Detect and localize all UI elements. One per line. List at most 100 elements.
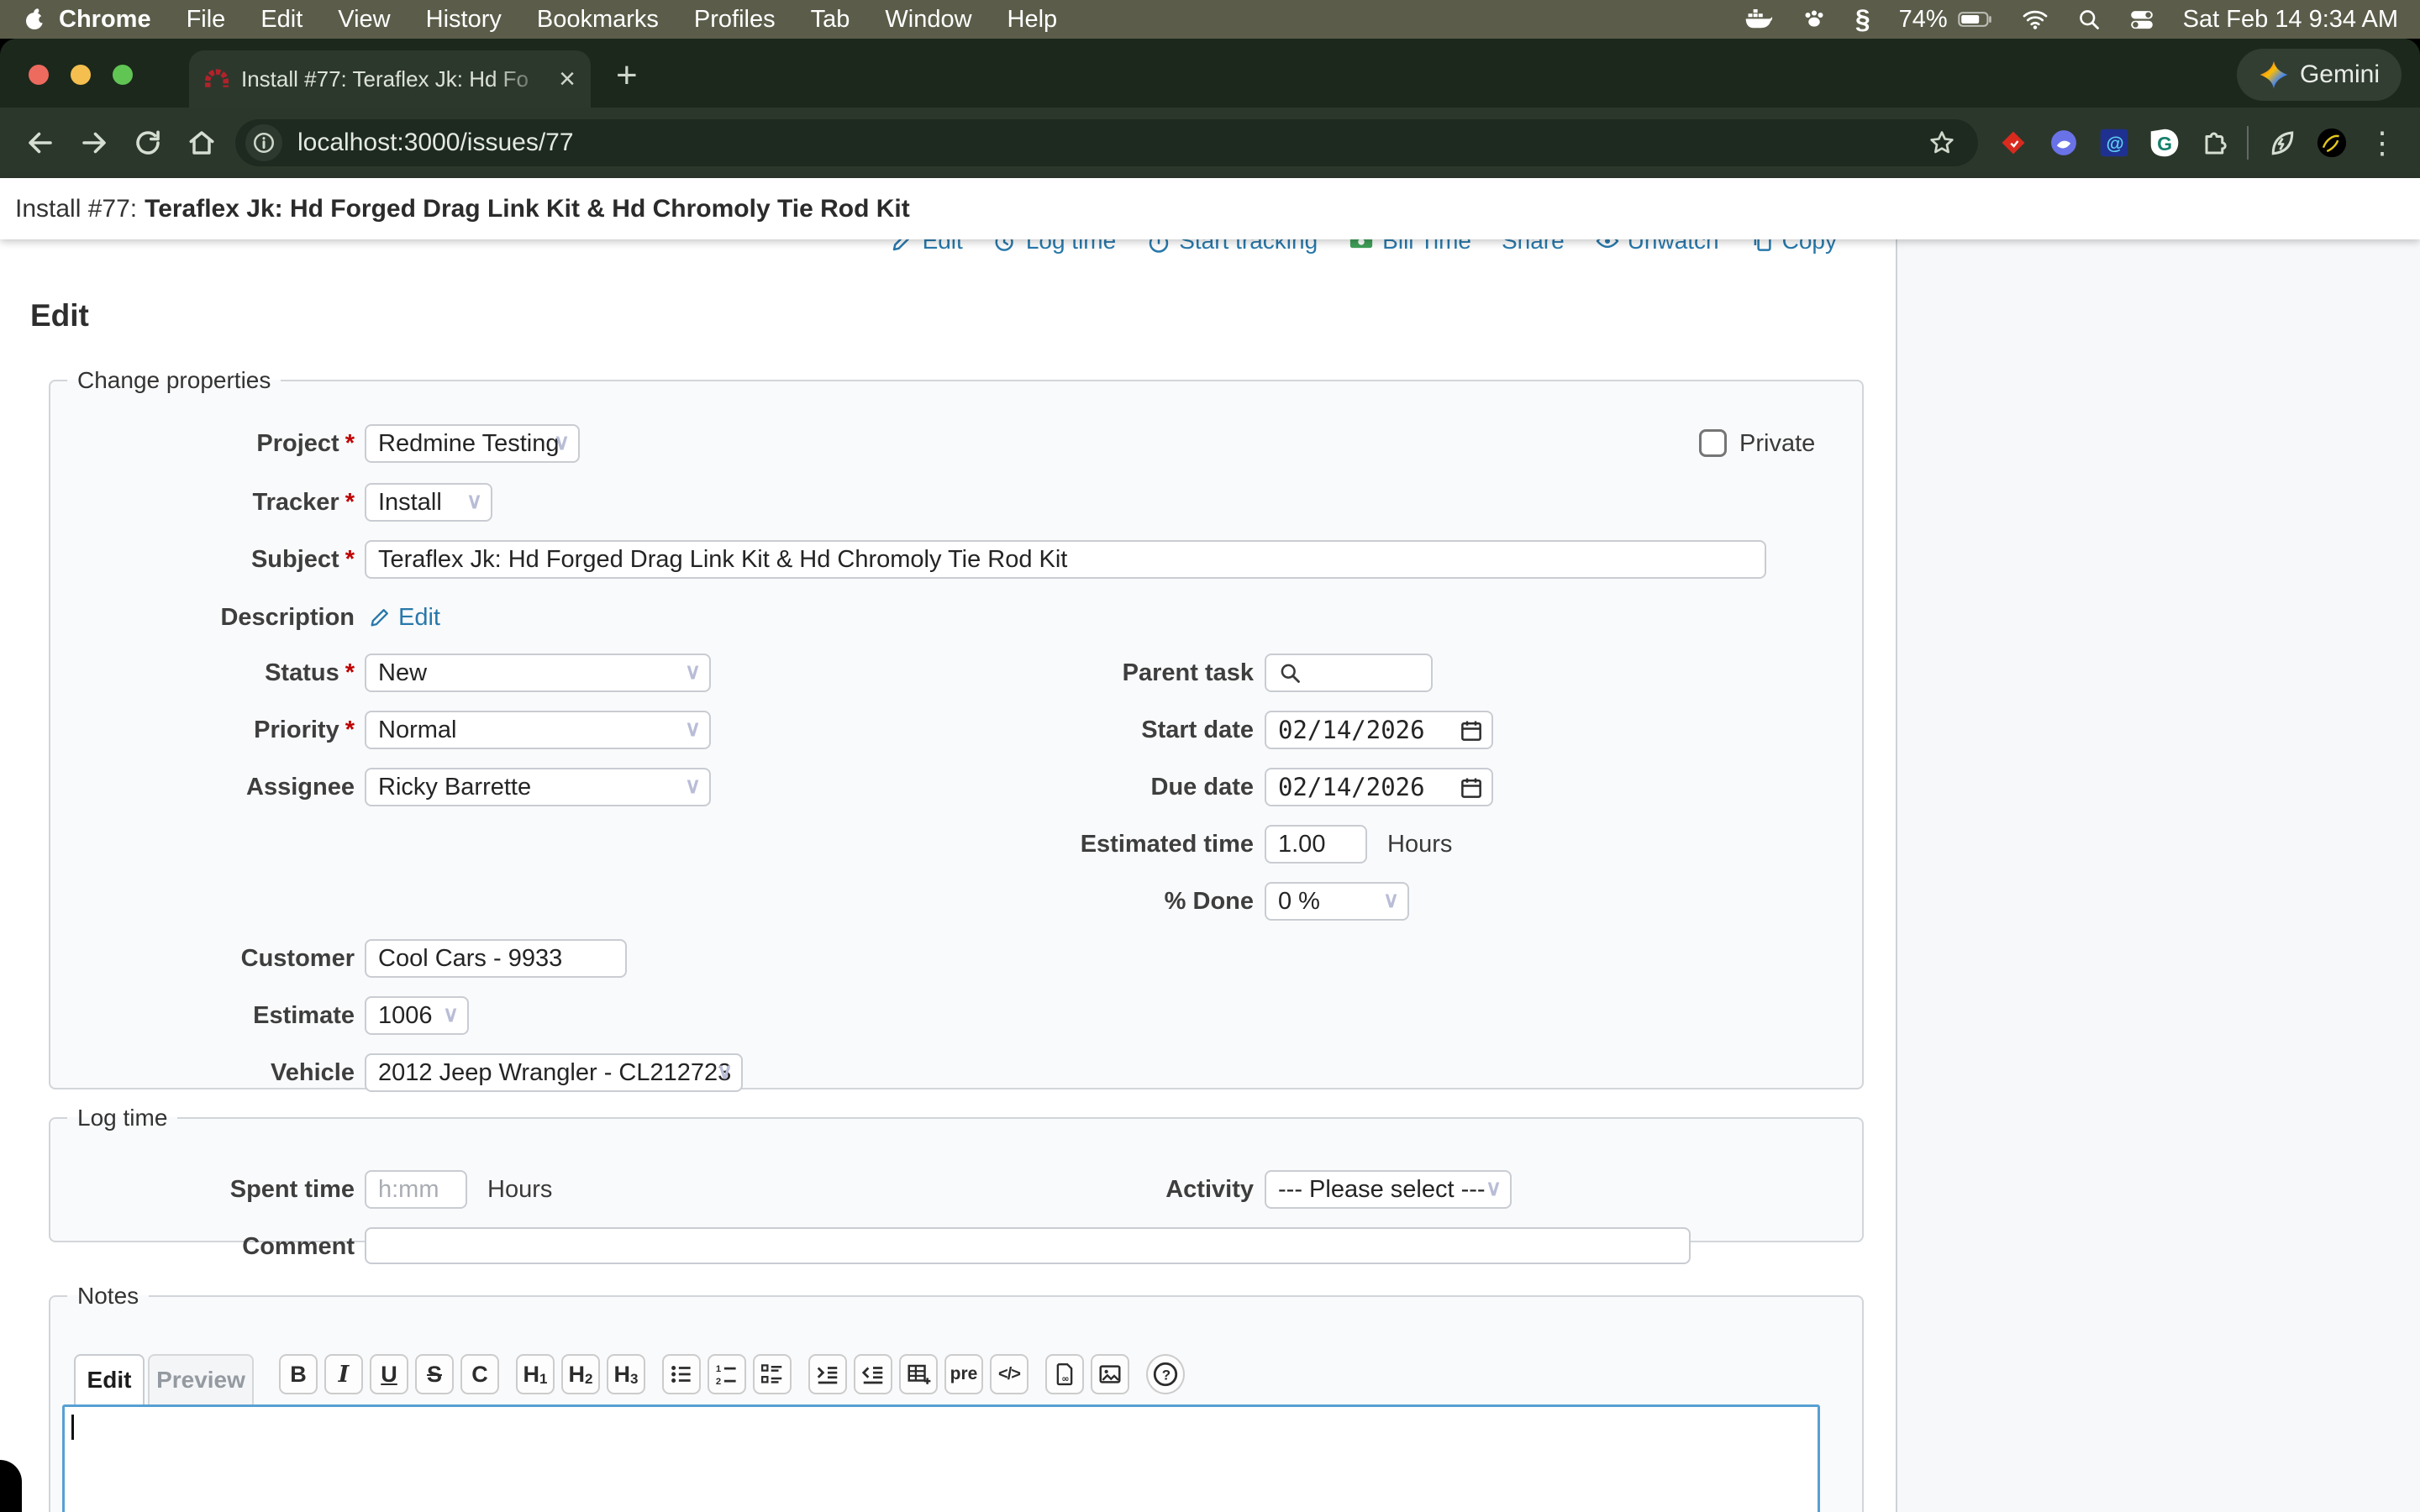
profile-avatar[interactable] [2315, 126, 2349, 160]
extension-at-badge-icon[interactable]: @ [2098, 127, 2130, 159]
notes-tab-edit[interactable]: Edit [74, 1354, 145, 1404]
extension-grammarly-icon[interactable]: G [2149, 127, 2181, 159]
assignee-select[interactable]: Ricky Barrette∨ [365, 768, 711, 806]
money-icon [1348, 239, 1375, 254]
tracker-select[interactable]: Install∨ [365, 483, 492, 522]
spent-time-input[interactable]: h:mm [365, 1170, 467, 1209]
toolbar-divider [2247, 126, 2249, 160]
comment-input[interactable] [365, 1227, 1691, 1264]
notes-toolbar-task-list-icon[interactable] [753, 1354, 792, 1394]
parent-task-input[interactable] [1265, 654, 1433, 692]
status-select[interactable]: New∨ [365, 654, 711, 692]
notes-textarea[interactable] [62, 1404, 1820, 1512]
control-center-icon[interactable] [2129, 8, 2154, 31]
menu-chrome[interactable]: Chrome [59, 6, 151, 34]
notes-tab-preview[interactable]: Preview [148, 1354, 254, 1404]
notes-toolbar-unquote-icon[interactable] [854, 1354, 892, 1394]
menu-window[interactable]: Window [885, 6, 971, 34]
calendar-icon[interactable] [1459, 775, 1484, 801]
tab-close-icon[interactable]: × [559, 65, 576, 93]
site-info-icon[interactable] [245, 124, 282, 161]
url-text[interactable]: localhost:3000/issues/77 [297, 129, 574, 157]
chrome-menu-kebab-icon[interactable]: ⋮ [2367, 138, 2397, 148]
project-select[interactable]: Redmine Testing∨ [365, 424, 580, 463]
apple-menu-icon[interactable] [22, 7, 47, 32]
extension-swirl-icon[interactable] [2048, 127, 2080, 159]
private-checkbox[interactable] [1699, 429, 1727, 457]
priority-select[interactable]: Normal∨ [365, 711, 711, 749]
docker-whale-icon[interactable] [1744, 8, 1773, 31]
extensions-puzzle-icon[interactable] [2199, 128, 2229, 158]
extension-red-diamond-icon[interactable] [1997, 127, 2029, 159]
activity-select[interactable]: --- Please select ---∨ [1265, 1170, 1512, 1209]
window-zoom-button[interactable] [113, 65, 133, 85]
notes-legend: Notes [67, 1283, 149, 1310]
action-copy[interactable]: Copy [1749, 239, 1837, 255]
subject-label: Subject* [59, 540, 355, 579]
home-icon[interactable] [187, 128, 217, 158]
notes-toolbar-image-icon[interactable] [1091, 1354, 1129, 1394]
menubar-clock[interactable]: Sat Feb 14 9:34 AM [2183, 6, 2398, 34]
wifi-icon[interactable] [2022, 8, 2049, 30]
window-minimize-button[interactable] [71, 65, 91, 85]
action-edit[interactable]: Edit [890, 239, 963, 255]
notes-toolbar-table-icon[interactable] [899, 1354, 938, 1394]
action-unwatch[interactable]: Unwatch [1595, 239, 1719, 255]
estimated-time-input[interactable]: 1.00 [1265, 825, 1367, 864]
private-label: Private [1739, 424, 1815, 463]
due-date-input[interactable]: 02/14/2026 [1265, 768, 1493, 806]
notes-toolbar-code-block[interactable]: </> [990, 1354, 1028, 1394]
seahorse-icon[interactable]: § [1855, 4, 1870, 35]
menu-view[interactable]: View [338, 6, 390, 34]
estimate-select[interactable]: 1006∨ [365, 996, 469, 1035]
spotlight-search-icon[interactable] [2077, 8, 2101, 31]
start-date-input[interactable]: 02/14/2026 [1265, 711, 1493, 749]
notes-toolbar-help[interactable]: ? [1146, 1354, 1185, 1394]
notes-toolbar-heading2[interactable]: H2 [561, 1354, 600, 1394]
browser-tab[interactable]: Install #77: Teraflex Jk: Hd Fo × [189, 50, 591, 108]
menu-profiles[interactable]: Profiles [694, 6, 776, 34]
log-time-fieldset: Log time Spent time h:mm Hours Activity … [49, 1105, 1864, 1242]
reload-icon[interactable] [133, 128, 163, 158]
energy-saver-leaf-icon[interactable] [2266, 128, 2296, 158]
menu-file[interactable]: File [187, 6, 226, 34]
window-close-button[interactable] [29, 65, 49, 85]
issue-id: Install #77: [15, 195, 137, 223]
notes-toolbar-link-file-icon[interactable]: ∞ [1045, 1354, 1084, 1394]
description-edit-link[interactable]: Edit [368, 598, 440, 637]
menu-help[interactable]: Help [1007, 6, 1058, 34]
percent-done-select[interactable]: 0 %∨ [1265, 882, 1409, 921]
notes-toolbar-strikethrough[interactable]: S [415, 1354, 454, 1394]
notes-toolbar-underline[interactable]: U [370, 1354, 408, 1394]
menu-history[interactable]: History [426, 6, 502, 34]
new-tab-button[interactable]: + [616, 57, 638, 94]
notes-toolbar-numbered-list-icon[interactable]: 12 [708, 1354, 746, 1394]
notes-toolbar-italic[interactable]: I [324, 1354, 363, 1394]
subject-input[interactable]: Teraflex Jk: Hd Forged Drag Link Kit & H… [365, 540, 1766, 579]
action-share[interactable]: Share [1502, 239, 1565, 255]
bookmark-star-icon[interactable] [1928, 129, 1956, 157]
back-icon[interactable] [25, 128, 55, 158]
notes-toolbar-heading3[interactable]: H3 [607, 1354, 645, 1394]
vehicle-select[interactable]: 2012 Jeep Wrangler - CL212723∨ [365, 1053, 743, 1092]
priority-label: Priority* [59, 711, 355, 749]
notes-toolbar-bold[interactable]: B [279, 1354, 318, 1394]
menu-edit[interactable]: Edit [260, 6, 302, 34]
notes-toolbar-blockquote-icon[interactable] [808, 1354, 847, 1394]
notes-toolbar-inline-code[interactable]: C [460, 1354, 499, 1394]
menu-bookmarks[interactable]: Bookmarks [537, 6, 659, 34]
gemini-button[interactable]: Gemini [2237, 49, 2402, 101]
paw-icon[interactable] [1802, 7, 1827, 32]
notes-toolbar-preformatted[interactable]: pre [944, 1354, 983, 1394]
action-bill-time[interactable]: Bill Time [1348, 239, 1471, 255]
calendar-icon[interactable] [1459, 718, 1484, 743]
action-log-time[interactable]: Log time [993, 239, 1116, 255]
menu-tab[interactable]: Tab [811, 6, 850, 34]
customer-input[interactable]: Cool Cars - 9933 [365, 939, 627, 978]
issue-actions-row: Edit Log time Start tracking Bill Time S… [860, 239, 1837, 260]
address-bar[interactable]: localhost:3000/issues/77 [235, 119, 1978, 166]
notes-toolbar-bullet-list-icon[interactable] [662, 1354, 701, 1394]
notes-toolbar-heading1[interactable]: H1 [516, 1354, 555, 1394]
forward-icon[interactable] [79, 128, 109, 158]
action-start-tracking[interactable]: Start tracking [1146, 239, 1318, 255]
